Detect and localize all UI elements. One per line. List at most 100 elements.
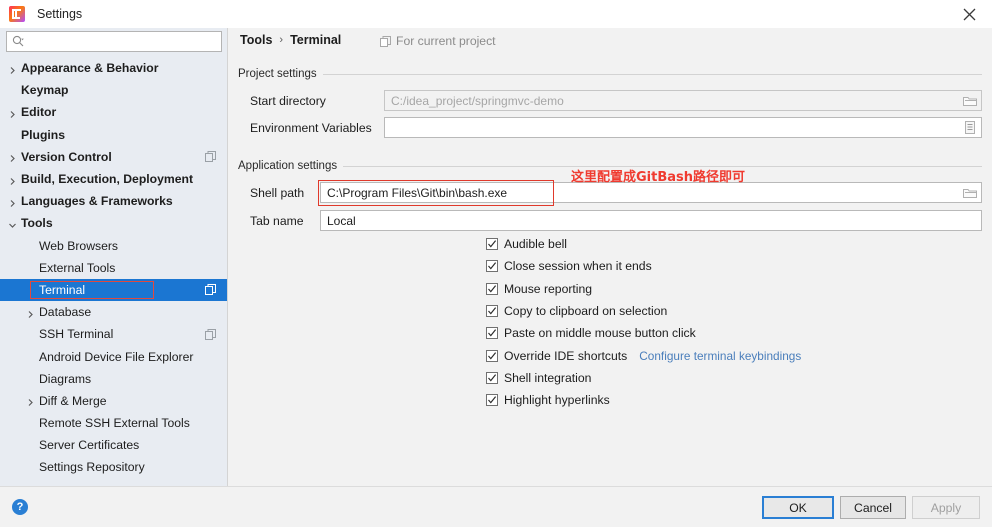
checkbox-highlight-hyperlinks[interactable]: [486, 394, 498, 406]
sidebar-item-label: Diagrams: [39, 372, 91, 386]
checkbox-row-shell-integration[interactable]: Shell integration: [486, 370, 591, 386]
window-title: Settings: [37, 7, 82, 21]
chevron-right-icon[interactable]: [26, 308, 35, 317]
cancel-button[interactable]: Cancel: [840, 496, 906, 519]
list-edit-icon[interactable]: [962, 120, 978, 136]
checkbox-label: Close session when it ends: [504, 259, 652, 273]
sidebar-item-label: Server Certificates: [39, 438, 139, 452]
environment-variables-input[interactable]: [385, 119, 981, 136]
sidebar-item-diff-merge[interactable]: Diff & Merge: [0, 390, 228, 412]
search-icon: [12, 35, 25, 48]
sidebar-item-label: Keymap: [21, 83, 68, 97]
checkbox-row-highlight-hyperlinks[interactable]: Highlight hyperlinks: [486, 392, 610, 408]
sidebar-item-tools[interactable]: Tools: [0, 212, 228, 234]
sidebar-item-label: SSH Terminal: [39, 327, 113, 341]
sidebar-item-server-certificates[interactable]: Server Certificates: [0, 434, 228, 456]
chevron-down-icon[interactable]: [8, 219, 17, 228]
environment-variables-label: Environment Variables: [250, 121, 372, 135]
start-directory-input[interactable]: [385, 92, 981, 109]
sidebar-item-remote-ssh-external-tools[interactable]: Remote SSH External Tools: [0, 412, 228, 434]
shell-path-label: Shell path: [250, 186, 304, 200]
search-input[interactable]: [28, 36, 208, 48]
project-settings-section-header: Project settings: [238, 68, 982, 80]
sidebar-item-plugins[interactable]: Plugins: [0, 124, 228, 146]
configure-terminal-keybindings-link[interactable]: Configure terminal keybindings: [639, 349, 801, 363]
checkbox-row-override-ide-shortcuts[interactable]: Override IDE shortcuts Configure terminal…: [486, 348, 801, 364]
checkbox-row-mouse-reporting[interactable]: Mouse reporting: [486, 281, 592, 297]
title-bar: Settings: [0, 0, 992, 28]
sidebar-item-label: Settings Repository: [39, 460, 145, 474]
sidebar-item-label: External Tools: [39, 261, 115, 275]
project-settings-label: Project settings: [238, 68, 317, 80]
checkbox-override-ide-shortcuts[interactable]: [486, 350, 498, 362]
sidebar-item-build-execution-deployment[interactable]: Build, Execution, Deployment: [0, 168, 228, 190]
sidebar-item-languages-frameworks[interactable]: Languages & Frameworks: [0, 190, 228, 212]
chevron-right-icon[interactable]: [8, 175, 17, 184]
checkbox-paste-on-middle-mouse-button-click[interactable]: [486, 327, 498, 339]
tab-name-field[interactable]: [320, 210, 982, 231]
tab-name-label: Tab name: [250, 214, 304, 228]
settings-sidebar: Appearance & Behavior Keymap Editor Plugins…: [0, 28, 228, 486]
start-directory-field[interactable]: [384, 90, 982, 111]
checkbox-shell-integration[interactable]: [486, 372, 498, 384]
sidebar-item-label: Remote SSH External Tools: [39, 416, 190, 430]
sidebar-item-android-device-file-explorer[interactable]: Android Device File Explorer: [0, 345, 228, 367]
checkbox-row-paste-on-middle-mouse-button-click[interactable]: Paste on middle mouse button click: [486, 325, 696, 341]
sidebar-item-keymap[interactable]: Keymap: [0, 79, 228, 101]
chevron-right-icon[interactable]: [26, 396, 35, 405]
application-settings-label: Application settings: [238, 160, 337, 172]
checkbox-row-copy-to-clipboard-on-selection[interactable]: Copy to clipboard on selection: [486, 303, 667, 319]
checkbox-row-audible-bell[interactable]: Audible bell: [486, 236, 567, 252]
sidebar-item-editor[interactable]: Editor: [0, 101, 228, 123]
checkbox-copy-to-clipboard-on-selection[interactable]: [486, 305, 498, 317]
folder-icon-shell[interactable]: [962, 185, 978, 201]
project-scope-icon: [205, 151, 216, 162]
sidebar-item-settings-repository[interactable]: Settings Repository: [0, 456, 228, 478]
chevron-right-icon[interactable]: [8, 152, 17, 161]
sidebar-item-version-control[interactable]: Version Control: [0, 146, 228, 168]
checkbox-row-close-session-when-it-ends[interactable]: Close session when it ends: [486, 258, 652, 274]
checkbox-label: Override IDE shortcuts: [504, 349, 627, 363]
help-button[interactable]: ?: [12, 499, 28, 515]
terminal-settings-panel: Tools › Terminal For current project Pro…: [228, 28, 992, 486]
ok-button[interactable]: OK: [762, 496, 834, 519]
checkbox-audible-bell[interactable]: [486, 238, 498, 250]
sidebar-item-appearance-behavior[interactable]: Appearance & Behavior: [0, 57, 228, 79]
chevron-right-icon[interactable]: [8, 108, 17, 117]
tab-name-input[interactable]: [321, 212, 981, 229]
checkbox-label: Audible bell: [504, 237, 567, 251]
sidebar-item-label: Appearance & Behavior: [21, 61, 159, 75]
checkbox-close-session-when-it-ends[interactable]: [486, 260, 498, 272]
close-icon[interactable]: [946, 0, 992, 28]
shell-path-field[interactable]: [320, 182, 982, 203]
chevron-right-icon[interactable]: [8, 197, 17, 206]
folder-icon[interactable]: [962, 93, 978, 109]
annotation-text: 这里配置成GitBash路径即可: [571, 166, 745, 185]
sidebar-item-label: Web Browsers: [39, 239, 118, 253]
sidebar-item-label: Diff & Merge: [39, 394, 107, 408]
breadcrumb-parent[interactable]: Tools: [240, 33, 272, 47]
settings-dialog: Settings Appearance & Behavior Keymap Edit…: [0, 0, 992, 526]
shell-path-input[interactable]: [321, 184, 981, 201]
intellij-idea-logo: [9, 6, 25, 22]
sidebar-item-web-browsers[interactable]: Web Browsers: [0, 235, 228, 257]
sidebar-item-label: Build, Execution, Deployment: [21, 172, 193, 186]
sidebar-item-label: Database: [39, 305, 91, 319]
project-scope-icon: [205, 284, 216, 295]
sidebar-item-label: Android Device File Explorer: [39, 350, 193, 364]
checkbox-mouse-reporting[interactable]: [486, 283, 498, 295]
sidebar-item-label: Tools: [21, 216, 53, 230]
sidebar-item-database[interactable]: Database: [0, 301, 228, 323]
sidebar-item-external-tools[interactable]: External Tools: [0, 257, 228, 279]
sidebar-item-label: Terminal: [39, 283, 85, 297]
breadcrumb: Tools › Terminal: [240, 33, 341, 47]
sidebar-item-label: Languages & Frameworks: [21, 194, 173, 208]
sidebar-item-label: Plugins: [21, 128, 65, 142]
environment-variables-field[interactable]: [384, 117, 982, 138]
sidebar-item-ssh-terminal[interactable]: SSH Terminal: [0, 323, 228, 345]
chevron-right-icon[interactable]: [8, 64, 17, 73]
for-current-project: For current project: [380, 34, 496, 48]
sidebar-item-terminal[interactable]: Terminal: [0, 279, 228, 301]
search-box[interactable]: [6, 31, 222, 52]
sidebar-item-diagrams[interactable]: Diagrams: [0, 368, 228, 390]
